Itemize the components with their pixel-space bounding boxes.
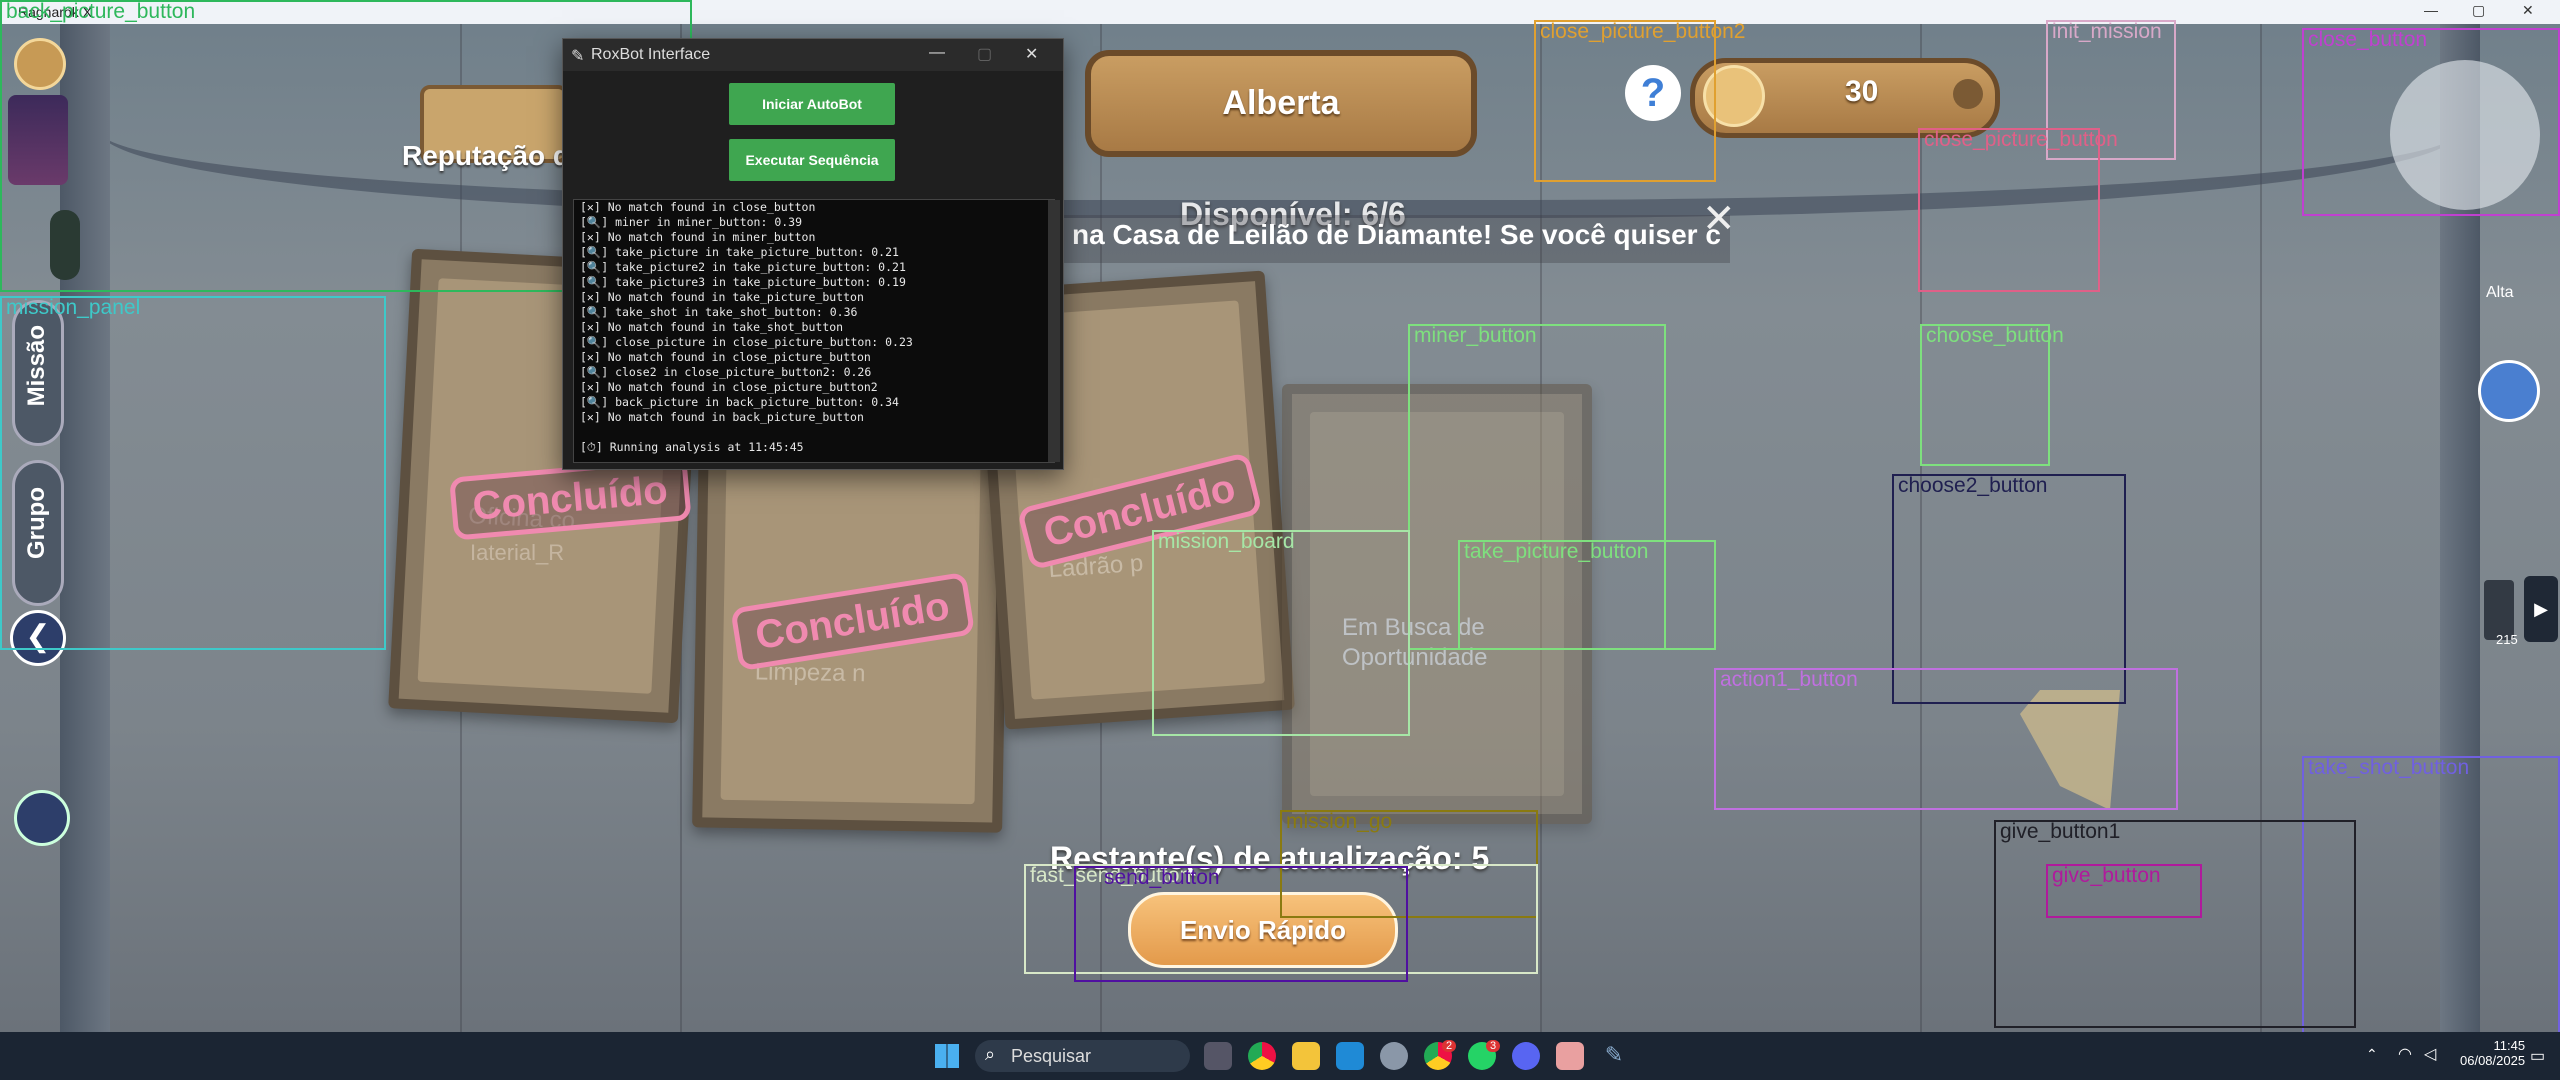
overlay-label: close_button [2308,28,2428,51]
overlay-label: back_picture_button [6,0,196,23]
log-line: [✕] No match found in close_picture_butt… [580,380,878,394]
run-sequence-button[interactable]: Executar Sequência [729,139,895,181]
overlay-label: close_picture_button2 [1540,20,1746,43]
clock-time: 11:45 [2493,1038,2526,1053]
play-icon[interactable]: ▶ [2524,576,2558,642]
overlay-label: mission_panel [6,296,141,319]
overlay-action1-button: action1_button [1714,668,2178,810]
coin-plus-icon[interactable] [1953,79,1983,109]
file-explorer-icon[interactable] [1292,1042,1320,1070]
log-line: [🔍] close2 in close_picture_button2: 0.2… [580,365,872,379]
overlay-close-picture-button: close_picture_button [1918,128,2118,292]
feather-icon: ✎ [571,48,585,65]
log-line: [✕] No match found in close_button [580,200,816,214]
right-count: 215 [2496,632,2518,647]
roxbot-minimize-icon[interactable]: — [929,44,945,62]
roxbot-window: ✎ RoxBot Interface — ▢ ✕ Iniciar AutoBot… [562,38,1064,470]
chrome-icon[interactable] [1248,1042,1276,1070]
log-line: [✕] No match found in back_picture_butto… [580,410,864,424]
log-line: [🔍] take_picture3 in take_picture_button… [580,275,906,289]
npc-name: Alberta [1222,84,1340,122]
log-line: [🔍] take_picture2 in take_picture_button… [580,260,906,274]
announcement-text: na Casa de Leilão de Diamante! Se você q… [1072,219,1721,250]
overlay-close-button: close_button [2302,28,2560,216]
overlay-label: close_picture_button [1924,128,2118,151]
close-icon[interactable]: ✕ [1702,196,1736,242]
log-line: [🔍] back_picture in back_picture_button:… [580,395,899,409]
log-line: [🔍] miner in miner_button: 0.39 [580,215,803,229]
wifi-icon[interactable]: ◠ [2398,1044,2412,1064]
log-line: [⏱] Running analysis at 11:45:45 [580,440,804,454]
npc-name-plate: Alberta [1085,50,1477,157]
log-output[interactable]: [✕] No match found in close_button [🔍] m… [573,199,1060,463]
clock-date: 06/08/2025 [2460,1053,2526,1068]
overlay-label: give_button [2052,864,2161,887]
overlay-mission-panel: mission_panel [0,296,386,650]
overlay-close-picture-button2: close_picture_button2 [1534,20,1745,182]
coin-count: 30 [1845,75,1879,108]
log-line: [🔍] close_picture in close_picture_butto… [580,335,913,349]
ghost-card-caption: Iaterial_R [470,540,565,565]
task-view-icon[interactable] [1204,1042,1232,1070]
chrome-badge: 2 [1442,1040,1457,1052]
taskbar-search[interactable]: ⌕ Pesquisar [975,1040,1190,1072]
overlay-label: choose2_button [1898,474,2048,497]
overlay-send-button: send_button [1074,866,1408,982]
whatsapp-badge: 3 [1486,1040,1501,1052]
maximize-icon[interactable]: ▢ [2472,2,2485,19]
log-line: [✕] No match found in take_picture_butto… [580,290,864,304]
vscode-icon[interactable] [1336,1042,1364,1070]
overlay-label: mission_board [1158,530,1295,553]
log-line: [🔍] take_picture in take_picture_button:… [580,245,899,259]
log-scrollbar[interactable] [1048,200,1060,462]
overlay-label: init_mission [2052,20,2162,43]
overlay-label: send_button [1104,866,1220,889]
windows-start-icon[interactable] [935,1044,959,1068]
search-placeholder: Pesquisar [1011,1046,1092,1066]
start-autobot-button[interactable]: Iniciar AutoBot [729,83,895,125]
feather-app-icon[interactable]: ✎ [1600,1042,1628,1070]
overlay-label: choose_button [1926,324,2064,347]
log-line: [✕] No match found in close_picture_butt… [580,350,871,364]
overlay-mission-board: mission_board [1152,530,1410,736]
notification-icon[interactable]: ▭ [2530,1046,2545,1066]
overlay-give-button1: give_button1 [1994,820,2356,1028]
swirl-icon[interactable] [2478,360,2540,422]
overlay-give-button: give_button [2046,864,2202,918]
minimize-icon[interactable]: — [2424,2,2438,18]
taskbar-clock[interactable]: 11:45 06/08/2025 [2460,1038,2525,1068]
right-thumbnail[interactable] [2484,580,2514,640]
settings-icon[interactable] [1380,1042,1408,1070]
overlay-label: miner_button [1414,324,1537,347]
overlay-label: take_shot_button [2308,756,2470,779]
overlay-label: action1_button [1720,668,1858,691]
taskbar [0,1032,2560,1080]
overlay-label: give_button1 [2000,820,2121,843]
tray-chevron-icon[interactable]: ⌃ [2366,1046,2378,1063]
discord-icon[interactable] [1512,1042,1540,1070]
overlay-label: mission_go [1286,810,1393,833]
roxbot-close-icon[interactable]: ✕ [1025,44,1038,64]
fish-icon[interactable] [14,790,70,846]
volume-icon[interactable]: ◁ [2424,1044,2436,1064]
log-line: [🔍] take_shot in take_shot_button: 0.36 [580,305,858,319]
announcement-marquee: na Casa de Leilão de Diamante! Se você q… [1040,215,1730,263]
overlay-label: take_picture_button [1464,540,1649,563]
overlay-choose-button: choose_button [1920,324,2064,466]
log-line: [✕] No match found in take_shot_button [580,320,844,334]
roxbot-maximize-icon[interactable]: ▢ [977,44,992,64]
roxbot-titlebar: ✎ RoxBot Interface — ▢ ✕ [563,39,1063,71]
right-hud-label: Alta [2486,284,2514,301]
search-icon: ⌕ [985,1044,996,1064]
roxbot-title: RoxBot Interface [591,46,711,63]
game-icon[interactable] [1556,1042,1584,1070]
close-window-icon[interactable]: ✕ [2522,2,2534,19]
log-line: [✕] No match found in miner_button [580,230,816,244]
overlay-take-picture-button: take_picture_button [1458,540,1716,650]
